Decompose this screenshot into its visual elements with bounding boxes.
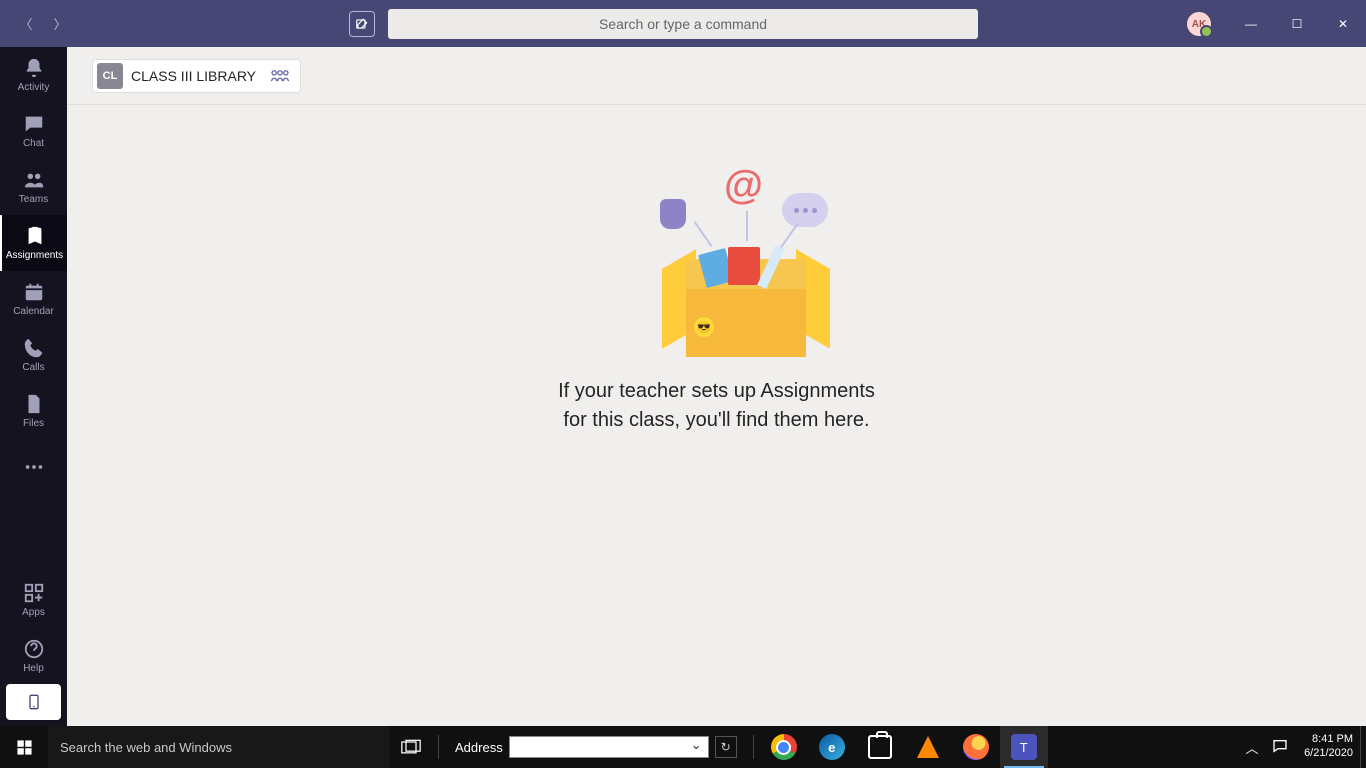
taskbar-clock[interactable]: 8:41 PM 6/21/2020 [1294,733,1360,761]
window-minimize-button[interactable]: ― [1228,0,1274,47]
rail-files[interactable]: Files [0,383,67,439]
file-icon [23,393,45,415]
vlc-icon [917,736,939,758]
avatar[interactable]: AK [1187,12,1211,36]
system-tray: ︿ 8:41 PM 6/21/2020 [1238,726,1366,768]
calendar-icon [23,281,45,303]
address-refresh-button[interactable]: ↻ [715,736,737,758]
tray-overflow-button[interactable]: ︿ [1238,738,1266,757]
taskbar-search-input[interactable]: Search the web and Windows [48,726,390,768]
chat-icon [23,113,45,135]
compose-button[interactable] [349,11,375,37]
edge-icon: e [819,734,845,760]
teams-titlebar: 〈 〉 Search or type a command AK ― ☐ ✕ [0,0,1366,47]
rail-label: Calls [22,362,44,373]
more-icon [23,456,45,478]
empty-illustration: @ 😎 [632,159,862,359]
thumbs-up-icon [660,199,686,229]
windows-taskbar: Search the web and Windows Address ↻ e T… [0,726,1366,768]
rail-mobile-button[interactable] [6,684,61,720]
rail-assignments[interactable]: Assignments [0,215,67,271]
rail-label: Files [23,418,44,429]
class-selector[interactable]: CL CLASS III LIBRARY [92,59,301,93]
taskbar-app-edge[interactable]: e [808,726,856,768]
bell-icon [23,57,45,79]
main-content: CL CLASS III LIBRARY @ 😎 If your teacher… [67,47,1366,726]
app-rail: Activity Chat Teams Assignments Calendar… [0,47,67,726]
nav-forward-icon[interactable]: 〉 [48,12,72,36]
task-view-icon [401,739,421,755]
taskbar-app-vlc[interactable] [904,726,952,768]
rail-label: Teams [19,194,48,205]
address-input[interactable] [509,736,709,758]
rail-label: Activity [18,82,50,93]
address-toolbar: Address ↻ [445,736,747,758]
taskbar-app-firefox[interactable] [952,726,1000,768]
search-input[interactable]: Search or type a command [388,9,978,39]
help-icon [23,638,45,660]
rail-label: Chat [23,138,44,149]
apps-icon [23,582,45,604]
rail-label: Calendar [13,306,54,317]
chrome-icon [771,734,797,760]
rail-label: Help [23,663,44,674]
show-desktop-button[interactable] [1360,726,1366,768]
mobile-icon [26,691,42,713]
teams-icon [23,169,45,191]
chat-bubble-icon [782,193,828,227]
rail-calendar[interactable]: Calendar [0,271,67,327]
phone-icon [23,337,45,359]
taskbar-app-chrome[interactable] [760,726,808,768]
action-center-button[interactable] [1266,738,1294,757]
nav-back-icon[interactable]: 〈 [14,12,38,36]
taskbar-app-store[interactable] [856,726,904,768]
rail-activity[interactable]: Activity [0,47,67,103]
notification-icon [1272,738,1288,754]
class-badge: CL [97,63,123,89]
window-close-button[interactable]: ✕ [1320,0,1366,47]
cool-emoji-icon: 😎 [694,317,714,337]
taskbar-app-teams[interactable]: T [1000,726,1048,768]
rail-help[interactable]: Help [0,628,67,684]
task-view-button[interactable] [390,726,432,768]
store-icon [868,735,892,759]
windows-icon [16,739,33,756]
rail-label: Apps [22,607,45,618]
breakout-rooms-icon[interactable] [270,68,290,86]
rail-teams[interactable]: Teams [0,159,67,215]
empty-state-text: If your teacher sets up Assignments for … [67,377,1366,435]
window-maximize-button[interactable]: ☐ [1274,0,1320,47]
rail-calls[interactable]: Calls [0,327,67,383]
at-icon: @ [724,163,763,208]
rail-label: Assignments [6,250,63,261]
assignments-icon [24,225,46,247]
rail-more[interactable] [0,439,67,495]
firefox-icon [963,734,989,760]
address-label: Address [455,740,503,755]
teams-app-icon: T [1011,734,1037,760]
class-name: CLASS III LIBRARY [131,68,256,84]
rail-chat[interactable]: Chat [0,103,67,159]
separator [67,104,1366,105]
rail-apps[interactable]: Apps [0,572,67,628]
start-button[interactable] [0,726,48,768]
